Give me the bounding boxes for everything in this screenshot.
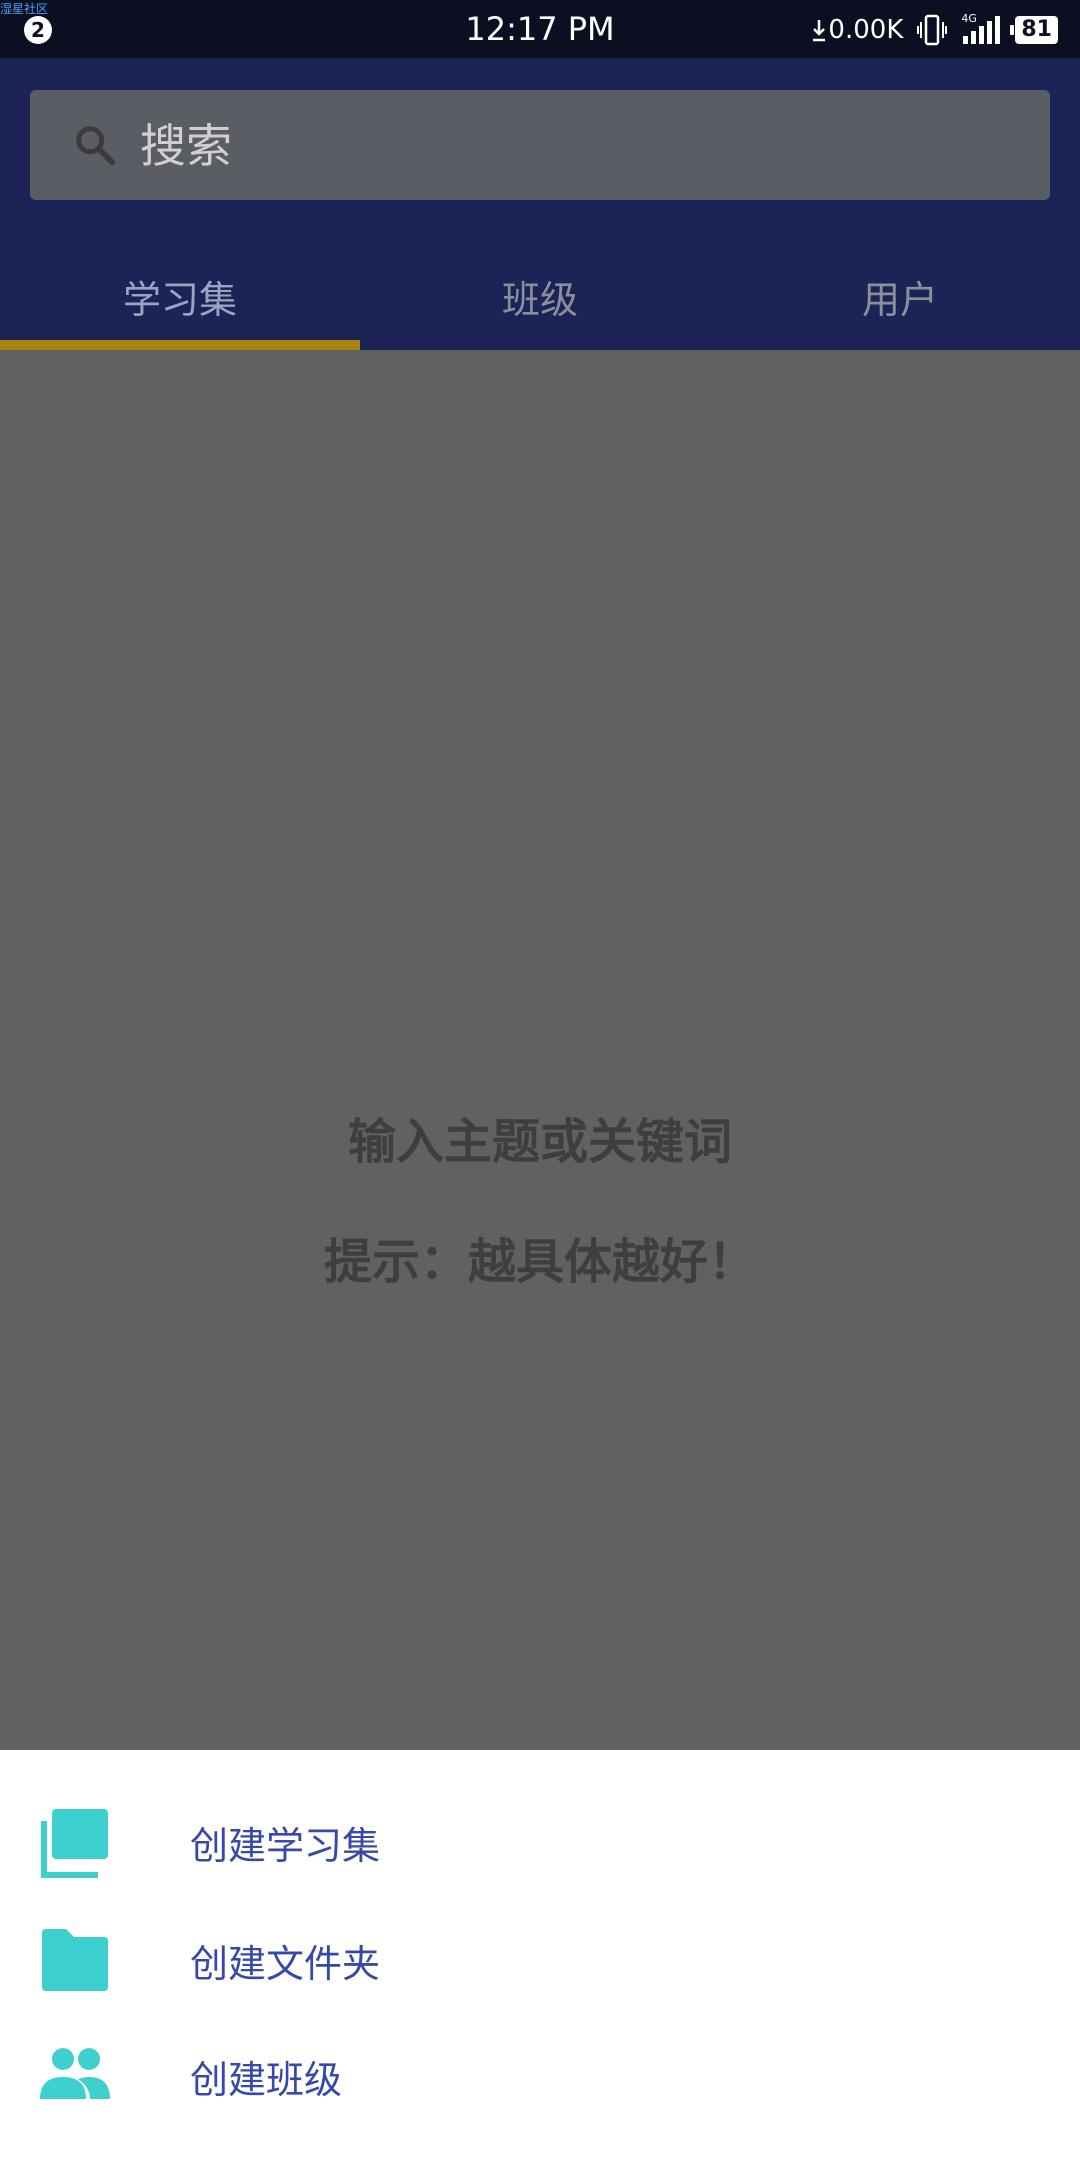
search-icon xyxy=(76,126,116,166)
net-speed-value: 0.00K xyxy=(828,15,904,45)
empty-state-tip: 提示：越具体越好！ xyxy=(323,1234,756,1290)
create-class-item[interactable]: 创建班级 xyxy=(0,2017,1080,2135)
tab-classes[interactable]: 班级 xyxy=(360,258,720,350)
class-group-icon xyxy=(40,2048,110,2099)
dimmed-overlay[interactable]: 输入主题或关键词 提示：越具体越好！ xyxy=(0,350,1080,1750)
download-arrow-icon xyxy=(813,20,826,42)
create-folder-label: 创建文件夹 xyxy=(190,1941,381,1986)
battery-indicator: 81 xyxy=(1010,16,1058,44)
search-bar[interactable] xyxy=(30,90,1050,202)
empty-state-title: 输入主题或关键词 xyxy=(347,1114,732,1170)
tab-bar: 学习集 班级 用户 xyxy=(0,258,1080,350)
create-folder-item[interactable]: 创建文件夹 xyxy=(0,1901,1080,2019)
signal-bars-icon xyxy=(963,16,1001,44)
tab-users[interactable]: 用户 xyxy=(720,258,1080,350)
tab-study-sets[interactable]: 学习集 xyxy=(0,258,360,350)
create-class-label: 创建班级 xyxy=(190,2057,343,2102)
create-study-set-item[interactable]: 创建学习集 xyxy=(0,1783,1080,1901)
net-speed: 0.00K xyxy=(812,15,903,45)
study-set-icon xyxy=(41,1809,108,1878)
folder-icon xyxy=(42,1929,108,1991)
vibrate-icon xyxy=(917,14,948,46)
create-bottom-sheet: 创建学习集 创建文件夹 创建班级 xyxy=(0,1750,1080,2160)
create-study-set-label: 创建学习集 xyxy=(190,1823,381,1868)
signal-indicator: 4G xyxy=(961,12,1001,46)
app-header: 学习集 班级 用户 xyxy=(0,58,1080,350)
status-bar: 湿星社区 2 12:17 PM 0.00K 4G 81 xyxy=(0,0,1080,58)
search-input[interactable] xyxy=(138,90,1022,202)
